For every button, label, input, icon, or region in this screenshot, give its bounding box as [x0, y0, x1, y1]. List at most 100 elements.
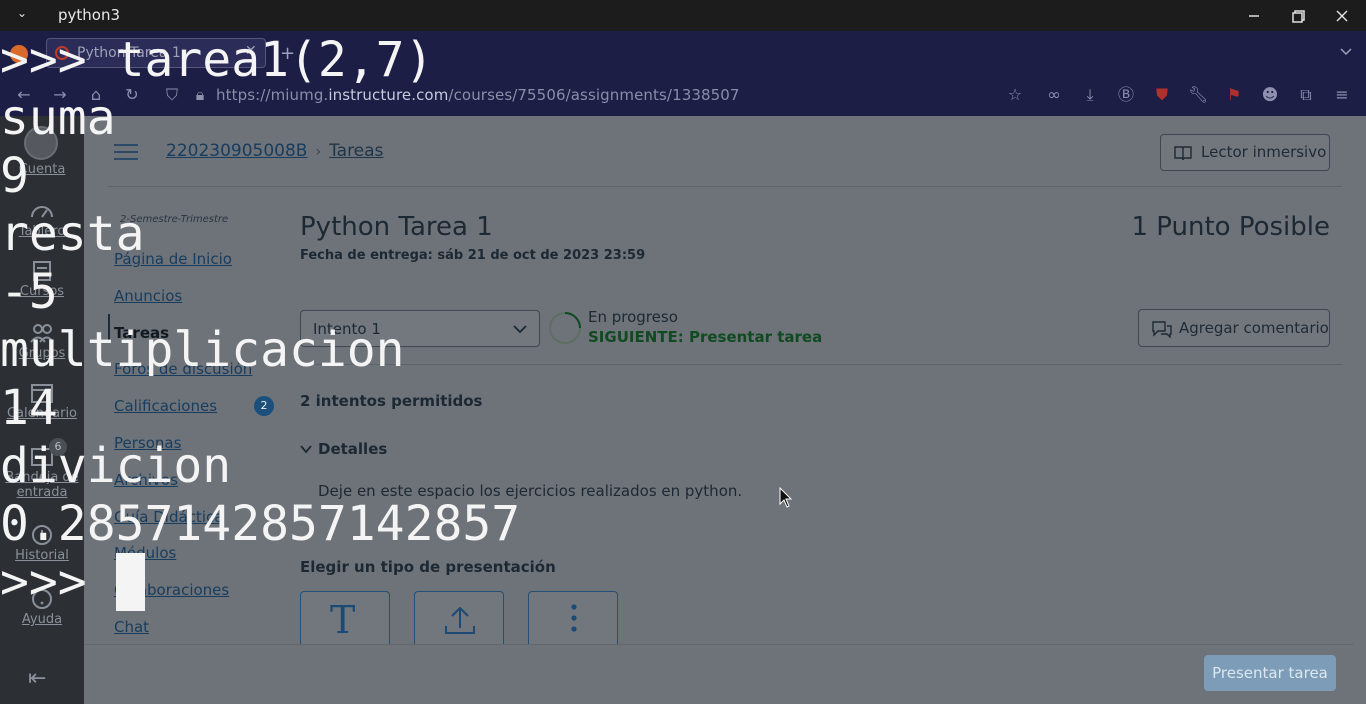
help-icon — [32, 589, 52, 609]
upload-icon — [445, 606, 475, 634]
course-nav-active-indicator — [108, 314, 110, 340]
browser-tab[interactable]: Python Tarea 1 ✕ — [46, 38, 266, 68]
header-divider — [108, 186, 1342, 187]
add-comment-button[interactable]: Agregar comentario — [1138, 309, 1330, 347]
course-nav-archivos[interactable]: Archivos — [114, 471, 178, 489]
breadcrumb-course[interactable]: 220230905008B — [166, 141, 307, 161]
tab-list-chevron-icon[interactable] — [1338, 43, 1354, 59]
breadcrumb-section[interactable]: Tareas — [329, 141, 383, 161]
rail-item-cursos[interactable]: Cursos — [0, 260, 84, 299]
immersive-reader-label: Lector inmersivo — [1201, 143, 1327, 161]
avatar[interactable] — [24, 126, 58, 160]
page-scrollbar[interactable] — [1354, 116, 1366, 704]
rail-item-label: Cuenta — [18, 162, 66, 177]
rail-item-label-line2: entrada — [16, 485, 68, 500]
tracking-shield-icon[interactable]: ⛉ — [162, 85, 182, 105]
progress-status: En progreso — [588, 308, 678, 326]
private-mask-icon[interactable]: ∞ — [1044, 85, 1064, 105]
rail-item-label: Ayuda — [21, 612, 63, 627]
bookmark-star-icon[interactable]: ☆ — [1005, 85, 1025, 105]
home-icon[interactable]: ⌂ — [86, 85, 106, 105]
course-nav-colaboraciones[interactable]: Colaboraciones — [114, 581, 229, 599]
forward-icon[interactable]: → — [50, 85, 70, 105]
submit-assignment-button[interactable]: Presentar tarea — [1204, 655, 1336, 691]
reload-icon[interactable]: ↻ — [122, 85, 142, 105]
course-nav-foros[interactable]: Foros de discusión — [114, 360, 252, 378]
browser-tabbar: Python Tarea 1 ✕ + — [0, 31, 1366, 75]
immersive-reader-button[interactable]: Lector inmersivo — [1160, 134, 1330, 171]
submission-type-label: Elegir un tipo de presentación — [300, 558, 556, 576]
minimize-icon[interactable] — [1242, 4, 1266, 28]
course-nav-guia[interactable]: Guía Didáctica — [114, 508, 223, 526]
rail-item-historial[interactable]: Historial — [0, 524, 84, 563]
firefox-logo-icon — [10, 45, 28, 63]
rail-item-calendario[interactable]: Calendario — [0, 382, 84, 421]
chevron-down-icon — [513, 325, 527, 334]
downloads-icon[interactable]: ⤓ — [1080, 85, 1100, 105]
attempts-allowed: 2 intentos permitidos — [300, 392, 483, 410]
lock-icon[interactable]: 🔒︎ — [190, 85, 210, 105]
text-entry-icon: T — [330, 598, 356, 642]
restore-icon[interactable] — [1286, 4, 1310, 28]
history-icon — [32, 525, 52, 545]
new-tab-icon[interactable]: + — [280, 43, 295, 64]
assignment-points: 1 Punto Posible — [1131, 212, 1330, 242]
course-term: 2-Semestre-Trimestre — [120, 214, 229, 225]
rail-item-label: Calendario — [6, 406, 78, 421]
course-nav-inicio[interactable]: Página de Inicio — [114, 250, 232, 268]
close-icon[interactable] — [1330, 4, 1354, 28]
url-bar[interactable]: https://miumg.instructure.com/courses/75… — [216, 86, 740, 104]
rail-item-tablero[interactable]: Tablero — [0, 200, 84, 239]
text-entry-type-button[interactable]: T — [300, 591, 390, 651]
main-content: 220230905008B › Tareas Lector inmersivo 2-… — [84, 116, 1366, 704]
app-menu-icon[interactable]: ≡ — [1332, 85, 1352, 105]
progress-ring-icon — [549, 312, 581, 344]
extension-user-icon[interactable]: ☻ — [1260, 85, 1280, 105]
extension-b-icon[interactable]: Ⓑ — [1116, 85, 1136, 105]
url-prefix: https://miumg. — [216, 86, 329, 104]
url-path: /courses/75506/assignments/1338507 — [448, 86, 740, 104]
course-nav-chat[interactable]: Chat — [114, 618, 149, 636]
course-nav-tareas[interactable]: Tareas — [114, 324, 169, 342]
rail-item-label: Cursos — [19, 284, 65, 299]
rail-item-label: Bandeja de — [5, 470, 79, 485]
assignment-divider — [300, 364, 1342, 365]
tab-favicon-icon — [55, 46, 69, 60]
groups-icon — [30, 324, 54, 343]
course-nav-personas[interactable]: Personas — [114, 434, 181, 452]
assignment-due-date: Fecha de entrega: sáb 21 de oct de 2023 … — [300, 248, 646, 263]
more-types-button[interactable] — [528, 591, 618, 651]
courses-icon — [33, 261, 51, 281]
rail-item-label: Tablero — [18, 224, 66, 239]
global-nav-rail: Cuenta Tablero Cursos Grupos Calendario … — [0, 116, 84, 704]
rail-item-grupos[interactable]: Grupos — [0, 322, 84, 361]
url-host: instructure.com — [328, 86, 449, 104]
course-nav-anuncios[interactable]: Anuncios — [114, 287, 182, 305]
rail-item-bandeja[interactable]: Bandeja de entrada — [0, 446, 84, 500]
extensions-puzzle-icon[interactable]: ⧉ — [1296, 85, 1316, 105]
file-upload-type-button[interactable] — [414, 591, 504, 651]
inbox-count-badge: 6 — [49, 438, 67, 456]
extension-red-icon[interactable]: ⚑ — [1224, 85, 1244, 105]
back-icon[interactable]: ← — [14, 85, 34, 105]
terminal-titlebar: ⌄ python3 — [0, 0, 1366, 31]
tab-close-icon[interactable]: ✕ — [245, 43, 257, 59]
submission-footer: Presentar tarea — [84, 644, 1354, 704]
add-comment-label: Agregar comentario — [1179, 319, 1329, 337]
rail-item-ayuda[interactable]: Ayuda — [0, 588, 84, 627]
course-nav-modulos[interactable]: Módulos — [114, 544, 176, 562]
attempt-select[interactable]: Intento 1 — [300, 310, 540, 347]
rail-item-cuenta[interactable]: Cuenta — [0, 162, 84, 177]
assignment-title: Python Tarea 1 — [300, 212, 493, 242]
details-toggle[interactable]: Detalles — [300, 440, 387, 458]
course-menu-toggle-icon[interactable] — [114, 144, 138, 162]
collapse-nav-icon[interactable]: ⇤ — [28, 666, 56, 691]
tools-wrench-icon[interactable]: 🔧︎ — [1188, 85, 1208, 105]
ublock-icon[interactable]: ⛊ — [1152, 85, 1172, 105]
course-nav-calificaciones[interactable]: Calificaciones — [114, 397, 217, 415]
window-menu-icon[interactable]: ⌄ — [17, 6, 27, 20]
chevron-down-icon — [300, 445, 312, 454]
rail-item-label: Historial — [15, 548, 69, 563]
grades-count-badge: 2 — [254, 396, 274, 416]
more-vertical-icon — [571, 604, 577, 632]
